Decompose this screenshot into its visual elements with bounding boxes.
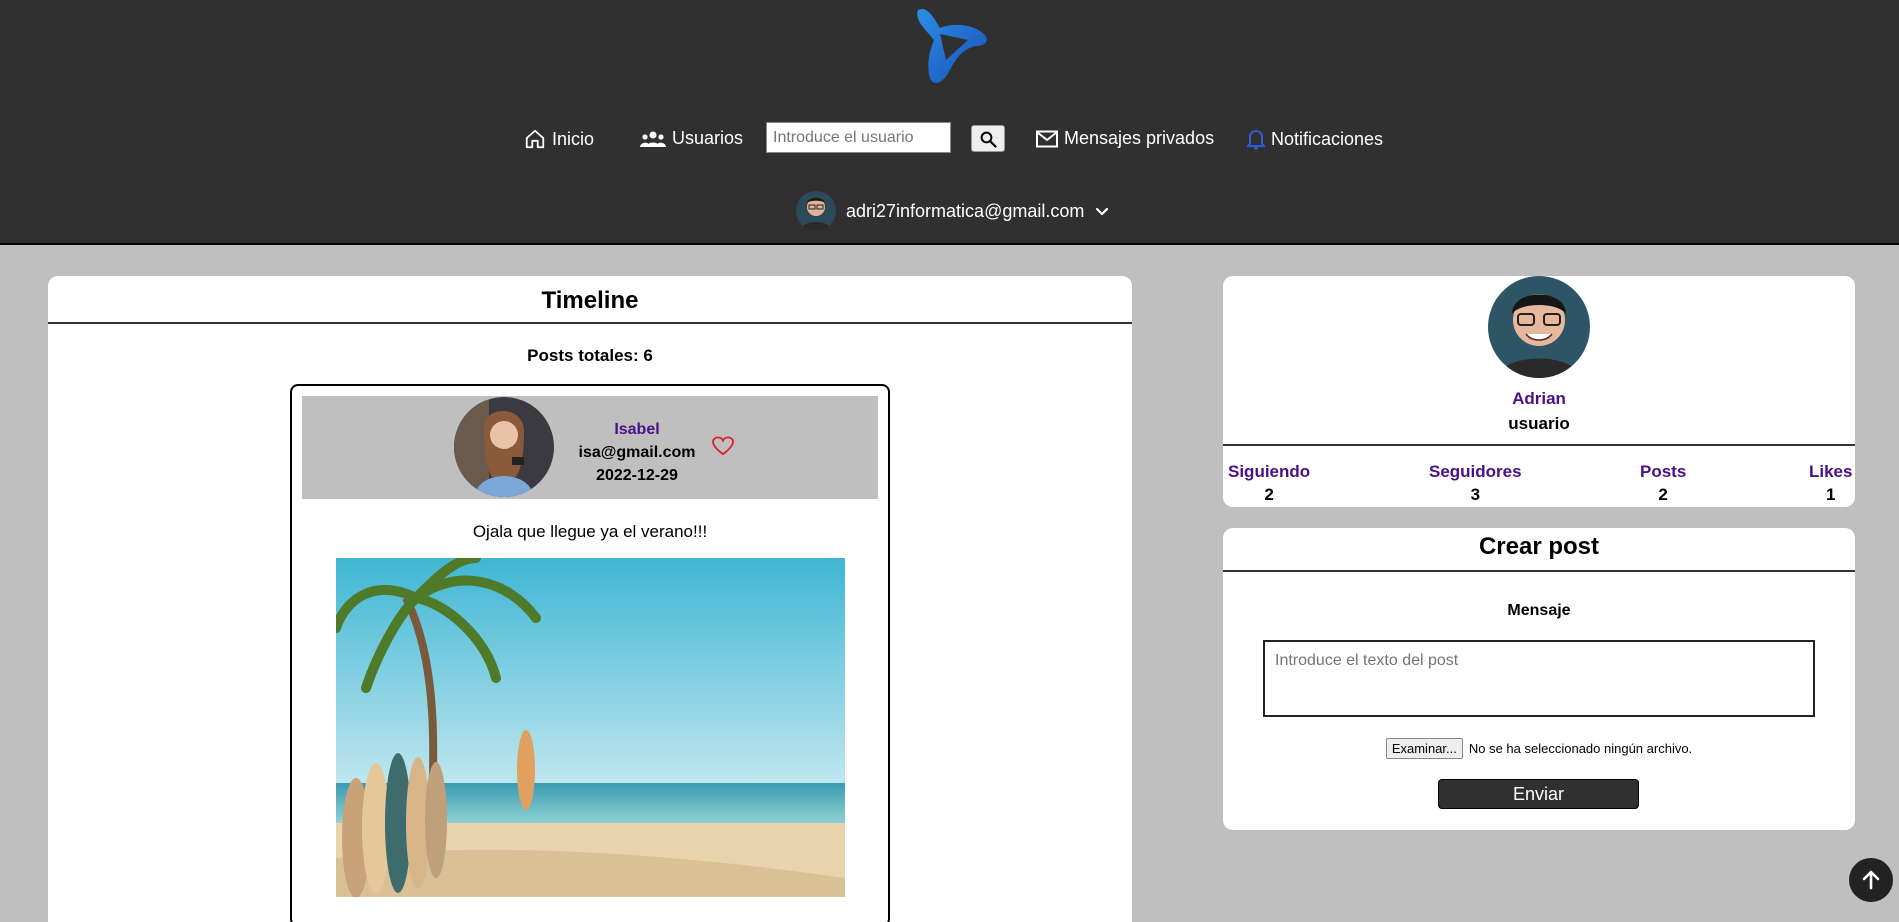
- create-post-title: Crear post: [1223, 528, 1855, 572]
- user-search-input[interactable]: [766, 122, 951, 153]
- file-status: No se ha seleccionado ningún archivo.: [1468, 741, 1693, 756]
- top-header: Inicio Usuarios Mensajes privados Notifi…: [0, 0, 1899, 245]
- message-label: Mensaje: [1507, 602, 1571, 619]
- create-post-panel: Crear post Mensaje Examinar... No se ha …: [1223, 528, 1855, 830]
- nav-users[interactable]: Usuarios: [640, 128, 743, 149]
- timeline-panel: Timeline Posts totales: 6 Isabel isa@gma…: [48, 276, 1132, 922]
- timeline-title: Timeline: [48, 276, 1132, 324]
- nav-messages-label: Mensajes privados: [1064, 128, 1215, 148]
- arrow-up-icon: [1862, 870, 1880, 890]
- user-menu[interactable]: adri27informatica@gmail.com: [796, 191, 1110, 231]
- post-author-name[interactable]: Isabel: [562, 418, 712, 441]
- nav-users-label: Usuarios: [672, 128, 744, 148]
- nav-notifications-label: Notificaciones: [1271, 128, 1384, 149]
- post-date: 2022-12-29: [596, 467, 678, 484]
- stat-label: Posts: [1640, 462, 1687, 481]
- mail-icon: [1036, 130, 1058, 147]
- main-nav: Inicio Usuarios Mensajes privados Notifi…: [0, 122, 1899, 158]
- avatar: [796, 191, 836, 231]
- scroll-to-top-button[interactable]: [1849, 858, 1893, 902]
- heart-icon: [712, 436, 734, 456]
- post-author-info: Isabel isa@gmail.com 2022-12-29: [562, 418, 712, 487]
- bell-icon: [1247, 129, 1265, 150]
- stat-value: 2: [1264, 485, 1274, 504]
- divider: [1223, 444, 1855, 446]
- profile-name: Adrian: [1512, 389, 1566, 408]
- nav-home[interactable]: Inicio: [524, 128, 594, 150]
- post-author-email: isa@gmail.com: [578, 444, 696, 461]
- stat-label: Siguiendo: [1228, 462, 1311, 481]
- stat-posts[interactable]: Posts 2: [1640, 460, 1686, 506]
- nav-home-label: Inicio: [552, 128, 595, 149]
- post-author-avatar[interactable]: [454, 397, 554, 497]
- search-icon: [980, 131, 997, 148]
- app-logo[interactable]: [910, 4, 992, 88]
- posts-total: Posts totales: 6: [527, 346, 653, 365]
- chevron-down-icon: [1096, 207, 1109, 216]
- stat-value: 1: [1826, 485, 1836, 504]
- post-image: [336, 558, 845, 897]
- nav-notifications[interactable]: Notificaciones: [1247, 128, 1383, 150]
- users-icon: [640, 131, 666, 147]
- stat-value: 2: [1658, 485, 1668, 504]
- nav-messages[interactable]: Mensajes privados: [1036, 128, 1214, 149]
- user-email: adri27informatica@gmail.com: [846, 200, 1085, 221]
- stat-followers[interactable]: Seguidores 3: [1429, 460, 1522, 506]
- like-button[interactable]: [712, 436, 734, 461]
- stat-label: Seguidores: [1429, 462, 1522, 481]
- post-header: Isabel isa@gmail.com 2022-12-29: [302, 396, 878, 499]
- profile-role: usuario: [1508, 414, 1570, 433]
- post-text-input[interactable]: [1263, 640, 1815, 717]
- stat-label: Likes: [1809, 462, 1853, 481]
- post-text: Ojala que llegue ya el verano!!!: [472, 522, 708, 541]
- home-icon: [525, 129, 545, 149]
- file-browse-button[interactable]: Examinar...: [1385, 738, 1463, 759]
- profile-avatar[interactable]: [1488, 276, 1590, 378]
- stat-value: 3: [1470, 485, 1481, 504]
- stat-likes[interactable]: Likes 1: [1809, 460, 1852, 506]
- profile-card: Adrian usuario Siguiendo 2 Seguidores 3 …: [1223, 276, 1855, 507]
- file-upload: Examinar... No se ha seleccionado ningún…: [1223, 738, 1855, 759]
- stat-following[interactable]: Siguiendo 2: [1228, 460, 1310, 506]
- search-button[interactable]: [971, 125, 1005, 152]
- post-card: Isabel isa@gmail.com 2022-12-29 Ojala qu…: [290, 384, 890, 922]
- send-button[interactable]: Enviar: [1438, 779, 1639, 809]
